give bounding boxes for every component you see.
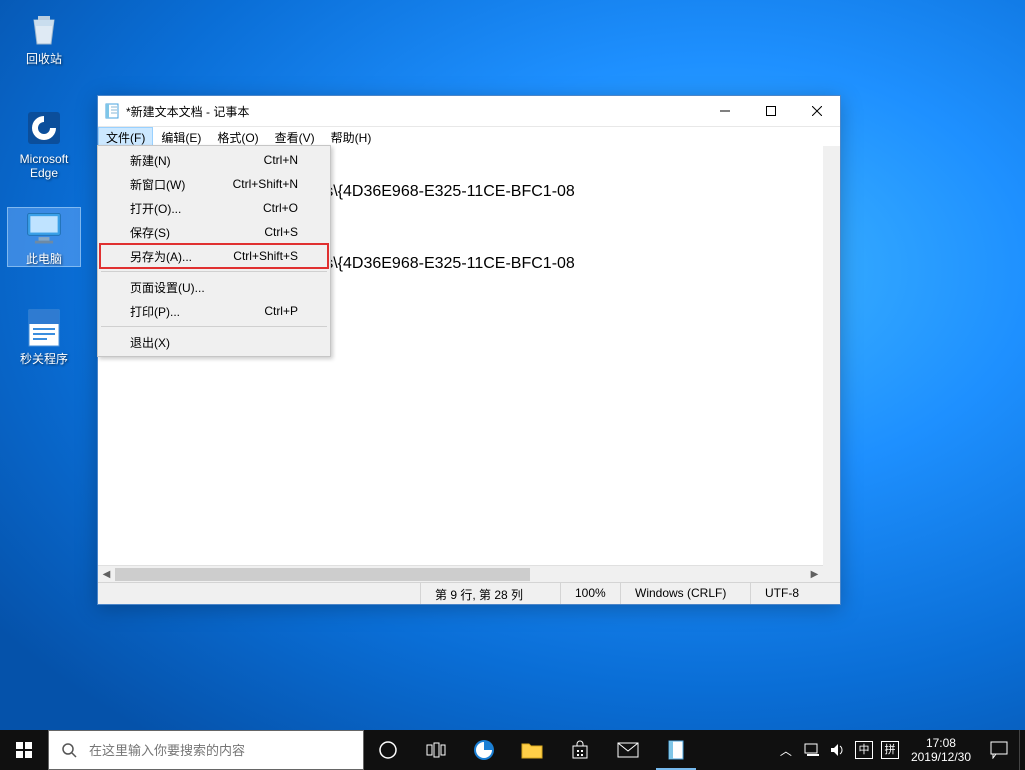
taskbar-explorer[interactable] — [508, 730, 556, 770]
status-zoom: 100% — [560, 583, 620, 604]
tray-network-icon[interactable] — [803, 741, 821, 759]
start-button[interactable] — [0, 730, 48, 770]
windows-icon — [16, 742, 32, 758]
menu-item-new[interactable]: 新建(N)Ctrl+N — [100, 148, 328, 172]
taskbar-mail[interactable] — [604, 730, 652, 770]
scroll-thumb[interactable] — [115, 568, 530, 581]
recycle-bin-icon — [24, 8, 64, 48]
action-center-button[interactable] — [979, 730, 1019, 770]
mail-icon — [617, 742, 639, 758]
horizontal-scrollbar[interactable]: ◀ ▶ — [98, 565, 823, 582]
this-pc-icon — [24, 208, 64, 248]
vertical-scrollbar[interactable] — [823, 146, 840, 565]
desktop-icon-label: 回收站 — [8, 52, 80, 66]
status-encoding: UTF-8 — [750, 583, 840, 604]
tray-volume-icon[interactable] — [829, 741, 847, 759]
desktop: 回收站 MicrosoftEdge 此电脑 秒关程序 *新建文本文档 - 记事本 — [0, 0, 1025, 770]
menu-file[interactable]: 文件(F) — [98, 127, 153, 146]
desktop-icon-recycle-bin[interactable]: 回收站 — [8, 8, 80, 66]
scroll-track[interactable] — [115, 566, 806, 583]
menu-separator — [101, 326, 327, 327]
desktop-icon-edge[interactable]: MicrosoftEdge — [8, 108, 80, 180]
menu-view[interactable]: 查看(V) — [267, 127, 323, 146]
document-icon — [24, 308, 64, 348]
folder-icon — [521, 741, 543, 759]
desktop-icon-label: 秒关程序 — [8, 352, 80, 366]
menu-item-print[interactable]: 打印(P)...Ctrl+P — [100, 299, 328, 323]
taskbar-edge[interactable] — [460, 730, 508, 770]
taskbar-notepad[interactable] — [652, 730, 700, 770]
show-desktop-button[interactable] — [1019, 730, 1025, 770]
task-view-icon — [426, 742, 446, 758]
taskbar-search[interactable] — [48, 730, 364, 770]
status-eol: Windows (CRLF) — [620, 583, 750, 604]
tray-ime-mode[interactable]: 拼 — [881, 741, 899, 759]
menubar: 文件(F) 编辑(E) 格式(O) 查看(V) 帮助(H) — [98, 126, 840, 146]
menu-item-save[interactable]: 保存(S)Ctrl+S — [100, 220, 328, 244]
menu-item-page-setup[interactable]: 页面设置(U)... — [100, 275, 328, 299]
notepad-icon — [104, 103, 120, 119]
menu-item-new-window[interactable]: 新窗口(W)Ctrl+Shift+N — [100, 172, 328, 196]
edge-icon — [473, 739, 495, 761]
system-tray: ︿ 中 拼 — [773, 730, 903, 770]
file-menu-dropdown: 新建(N)Ctrl+N 新窗口(W)Ctrl+Shift+N 打开(O)...C… — [97, 145, 331, 357]
status-position: 第 9 行, 第 28 列 — [420, 583, 560, 604]
taskbar-clock[interactable]: 17:08 2019/12/30 — [903, 730, 979, 770]
scroll-right-icon[interactable]: ▶ — [806, 566, 823, 583]
desktop-icon-shutdown-tool[interactable]: 秒关程序 — [8, 308, 80, 366]
maximize-button[interactable] — [748, 96, 794, 126]
menu-item-save-as[interactable]: 另存为(A)...Ctrl+Shift+S — [100, 244, 328, 268]
notification-icon — [990, 741, 1008, 759]
minimize-button[interactable] — [702, 96, 748, 126]
menu-separator — [101, 271, 327, 272]
search-input[interactable] — [89, 743, 363, 758]
window-title: *新建文本文档 - 记事本 — [126, 103, 249, 120]
menu-item-open[interactable]: 打开(O)...Ctrl+O — [100, 196, 328, 220]
scroll-corner — [823, 565, 840, 582]
tray-ime-lang[interactable]: 中 — [855, 741, 873, 759]
store-icon — [570, 740, 590, 760]
menu-help[interactable]: 帮助(H) — [323, 127, 380, 146]
taskbar-taskview[interactable] — [412, 730, 460, 770]
cortana-icon — [378, 740, 398, 760]
menu-item-exit[interactable]: 退出(X) — [100, 330, 328, 354]
menu-edit[interactable]: 编辑(E) — [153, 127, 209, 146]
clock-time: 17:08 — [911, 736, 971, 750]
search-icon — [49, 742, 89, 758]
clock-date: 2019/12/30 — [911, 750, 971, 764]
tray-chevron-up-icon[interactable]: ︿ — [777, 741, 795, 759]
desktop-icon-label: 此电脑 — [8, 252, 80, 266]
desktop-icon-label: MicrosoftEdge — [8, 152, 80, 180]
scroll-left-icon[interactable]: ◀ — [98, 566, 115, 583]
titlebar[interactable]: *新建文本文档 - 记事本 — [98, 96, 840, 126]
menu-format[interactable]: 格式(O) — [209, 127, 266, 146]
close-button[interactable] — [794, 96, 840, 126]
desktop-icon-this-pc[interactable]: 此电脑 — [8, 208, 80, 266]
edge-icon — [24, 108, 64, 148]
taskbar-store[interactable] — [556, 730, 604, 770]
notepad-icon — [667, 740, 685, 760]
taskbar-cortana[interactable] — [364, 730, 412, 770]
taskbar: ︿ 中 拼 17:08 2019/12/30 — [0, 730, 1025, 770]
statusbar: 第 9 行, 第 28 列 100% Windows (CRLF) UTF-8 — [98, 582, 840, 604]
